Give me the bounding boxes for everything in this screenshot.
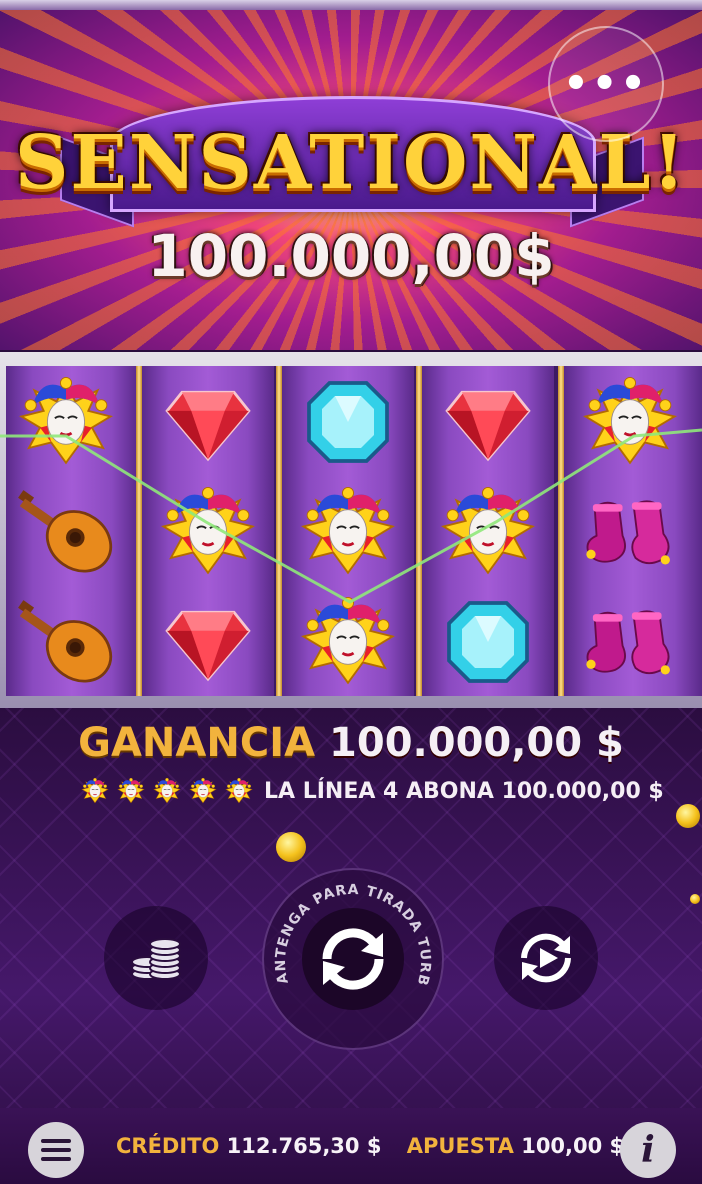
bet-label: APUESTA xyxy=(406,1134,514,1158)
win-summary: GANANCIA 100.000,00 $ xyxy=(0,720,702,766)
spin-core xyxy=(302,908,404,1010)
hamburger-icon xyxy=(41,1139,71,1161)
mini-jester-icon xyxy=(116,776,146,806)
jester-symbol xyxy=(10,372,122,472)
gold-coin-icon xyxy=(276,832,306,862)
line-win-info: LA LÍNEA 4 ABONA 100.000,00 $ xyxy=(80,774,664,808)
mini-jester-icon xyxy=(188,776,218,806)
jester-boots-symbol xyxy=(574,482,686,582)
jester-symbol xyxy=(292,592,404,692)
red-gem-symbol xyxy=(152,592,264,692)
line-win-text: LA LÍNEA 4 ABONA 100.000,00 $ xyxy=(264,778,664,804)
blue-gem-symbol xyxy=(292,372,404,472)
info-button[interactable]: i xyxy=(620,1122,676,1178)
lute-symbol xyxy=(10,592,122,692)
credit-value: 112.765,30 $ xyxy=(226,1134,382,1158)
autoplay-icon xyxy=(521,933,571,983)
spin-arrows-icon xyxy=(322,928,384,990)
line-symbols xyxy=(80,776,260,806)
more-options-button[interactable]: ••• xyxy=(548,26,664,142)
credit-label: CRÉDITO xyxy=(116,1134,220,1158)
blue-gem-symbol xyxy=(432,592,544,692)
lute-symbol xyxy=(10,482,122,582)
footer-bar: CRÉDITO 112.765,30 $ APUESTA 100,00 $ i xyxy=(0,1108,702,1184)
reels-frame xyxy=(0,352,702,708)
win-banner: SENSATIONAL! 100.000,00$ ••• xyxy=(0,0,702,350)
mini-jester-icon xyxy=(80,776,110,806)
jester-symbol xyxy=(432,482,544,582)
jester-symbol xyxy=(292,482,404,582)
banner-win-amount: 100.000,00$ xyxy=(147,222,555,290)
jester-symbol xyxy=(152,482,264,582)
bet-settings-button[interactable] xyxy=(104,906,208,1010)
coin-stack-icon xyxy=(131,938,181,980)
red-gem-symbol xyxy=(152,372,264,472)
mini-jester-icon xyxy=(224,776,254,806)
red-gem-symbol xyxy=(432,372,544,472)
info-icon: i xyxy=(641,1129,655,1171)
mini-jester-icon xyxy=(152,776,182,806)
bet-value: 100,00 $ xyxy=(521,1134,625,1158)
balance-info: CRÉDITO 112.765,30 $ APUESTA 100,00 $ xyxy=(116,1134,642,1158)
reels-area[interactable] xyxy=(6,366,702,696)
gold-coin-icon xyxy=(676,804,700,828)
win-label: GANANCIA xyxy=(78,720,316,766)
autoplay-button[interactable] xyxy=(494,906,598,1010)
spin-button[interactable]: MANTENGA PARA TIRADA TURBO xyxy=(262,868,444,1050)
main-menu-button[interactable] xyxy=(28,1122,84,1178)
jester-boots-symbol xyxy=(574,592,686,692)
jester-symbol xyxy=(574,372,686,472)
gold-coin-icon xyxy=(690,894,700,904)
banner-top-border xyxy=(0,0,702,10)
more-dots-icon: ••• xyxy=(563,61,649,107)
win-value: 100.000,00 $ xyxy=(329,720,624,766)
